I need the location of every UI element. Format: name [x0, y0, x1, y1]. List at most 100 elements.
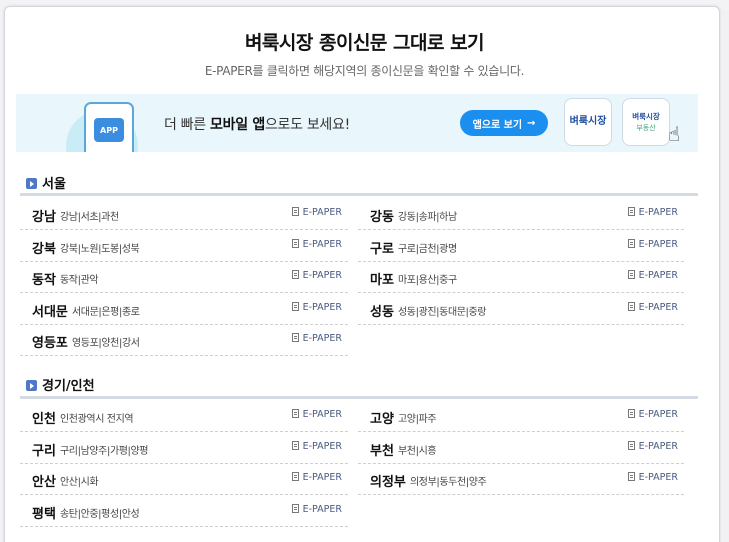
epaper-label: E-PAPER [302, 270, 342, 281]
region-city[interactable]: 구로 [370, 238, 394, 257]
app-tile-byeoruksijang[interactable]: 벼룩시장 [564, 98, 612, 146]
epaper-link[interactable]: E-PAPER [627, 301, 678, 313]
section-title: 경기/인천 [26, 375, 95, 394]
document-icon [291, 409, 299, 418]
document-icon [291, 333, 299, 342]
document-icon [627, 440, 635, 450]
region-entry: 강동 강동|송파|하남 E-PAPER [358, 199, 684, 230]
section-arrow-icon [26, 178, 37, 189]
section-arrow-icon [26, 380, 37, 391]
region-entry: 구리 구리|남양주|가평|양평 E-PAPER [20, 433, 348, 464]
mobile-app-banner: APP 더 빠른 모바일 앱으로도 보세요! 앱으로 보기 → 벼룩시장 벼룩시… [16, 94, 698, 152]
epaper-label: E-PAPER [302, 440, 342, 452]
region-areas: 동작|관악 [60, 275, 99, 286]
epaper-link[interactable]: E-PAPER [627, 206, 678, 218]
epaper-label: E-PAPER [638, 472, 678, 483]
document-icon [291, 207, 299, 216]
region-areas: 영등포|양천|강서 [72, 338, 140, 349]
region-areas: 구로|금천|광명 [398, 243, 457, 255]
region-city[interactable]: 동작 [32, 269, 56, 288]
region-areas: 안산|시화 [60, 477, 99, 488]
view-app-button[interactable]: 앱으로 보기 → [460, 110, 548, 136]
epaper-link[interactable]: E-PAPER [291, 440, 342, 452]
region-areas: 서대문|은평|종로 [72, 306, 140, 318]
region-entry: 성동 성동|광진|동대문|중랑 E-PAPER [358, 294, 684, 325]
region-areas: 성동|광진|동대문|중랑 [398, 306, 487, 318]
region-entry: 서대문 서대문|은평|종로 E-PAPER [20, 294, 348, 325]
epaper-link[interactable]: E-PAPER [627, 238, 678, 250]
app-tile-label: 벼룩시장 [632, 112, 660, 121]
region-city[interactable]: 서대문 [32, 301, 68, 320]
region-entry: 안산 안산|시화 E-PAPER [20, 464, 348, 495]
region-city[interactable]: 강남 [32, 206, 56, 225]
region-city[interactable]: 안산 [32, 471, 56, 490]
document-icon [627, 472, 635, 481]
region-city[interactable]: 성동 [370, 301, 394, 320]
scrollbar-track[interactable] [723, 10, 729, 542]
phone-icon: APP [84, 102, 134, 152]
region-city[interactable]: 평택 [32, 503, 56, 522]
region-city[interactable]: 강동 [370, 206, 394, 225]
region-city[interactable]: 영등포 [32, 332, 68, 351]
epaper-link[interactable]: E-PAPER [291, 238, 342, 250]
app-tile-realestate[interactable]: 벼룩시장 부동산 [622, 98, 670, 146]
hand-pointer-icon: ☝ [668, 122, 681, 146]
arrow-right-icon: → [527, 117, 536, 129]
epaper-link[interactable]: E-PAPER [291, 332, 342, 344]
region-areas: 부천|시흥 [398, 445, 437, 457]
section-divider [20, 396, 698, 399]
document-icon [291, 238, 299, 248]
region-entry: 부천 부천|시흥 E-PAPER [358, 433, 684, 464]
epaper-label: E-PAPER [302, 301, 342, 313]
page-subtitle: E-PAPER를 클릭하면 해당지역의 종이신문을 확인할 수 있습니다. [204, 64, 525, 78]
region-entry: 의정부 의정부|동두천|양주 E-PAPER [358, 464, 684, 495]
region-areas: 구리|남양주|가평|양평 [60, 445, 149, 457]
epaper-link[interactable]: E-PAPER [291, 301, 342, 313]
epaper-link[interactable]: E-PAPER [291, 206, 342, 218]
epaper-link[interactable]: E-PAPER [627, 440, 678, 452]
document-icon [627, 207, 635, 216]
region-areas: 강북|노원|도봉|성북 [60, 243, 140, 255]
epaper-link[interactable]: E-PAPER [627, 471, 678, 483]
epaper-label: E-PAPER [638, 238, 678, 250]
section-divider [20, 193, 698, 196]
epaper-link[interactable]: E-PAPER [291, 269, 342, 281]
epaper-label: E-PAPER [302, 472, 342, 483]
epaper-link[interactable]: E-PAPER [291, 408, 342, 420]
app-icon: APP [94, 118, 124, 142]
banner-text-bold: 모바일 앱 [210, 117, 265, 133]
epaper-label: E-PAPER [638, 207, 678, 218]
document-icon [291, 472, 299, 481]
region-city[interactable]: 마포 [370, 269, 394, 288]
document-icon [291, 270, 299, 279]
epaper-link[interactable]: E-PAPER [291, 503, 342, 515]
document-icon [627, 409, 635, 418]
epaper-label: E-PAPER [302, 333, 342, 344]
epaper-link[interactable]: E-PAPER [627, 408, 678, 420]
region-city[interactable]: 강북 [32, 238, 56, 257]
region-entry: 평택 송탄|안중|평성|안성 E-PAPER [20, 496, 348, 527]
app-tile-label: 벼룩시장 [569, 116, 607, 127]
region-areas: 강동|송파|하남 [398, 212, 457, 223]
document-icon [627, 301, 635, 311]
region-city[interactable]: 고양 [370, 408, 394, 427]
region-entry: 강남 강남|서초|과천 E-PAPER [20, 199, 348, 230]
banner-text-before: 더 빠른 [164, 117, 211, 133]
region-entry: 강북 강북|노원|도봉|성북 E-PAPER [20, 231, 348, 262]
epaper-label: E-PAPER [302, 409, 342, 420]
epaper-link[interactable]: E-PAPER [291, 471, 342, 483]
epaper-label: E-PAPER [638, 301, 678, 313]
epaper-label: E-PAPER [638, 440, 678, 452]
region-city[interactable]: 인천 [32, 408, 56, 427]
epaper-link[interactable]: E-PAPER [627, 269, 678, 281]
region-city[interactable]: 구리 [32, 440, 56, 459]
region-city[interactable]: 부천 [370, 440, 394, 459]
page-title: 벼룩시장 종이신문 그대로 보기 [244, 32, 485, 54]
app-tile-sublabel: 부동산 [636, 124, 656, 132]
region-areas: 송탄|안중|평성|안성 [60, 508, 140, 520]
region-areas: 강남|서초|과천 [60, 212, 119, 223]
section-title: 서울 [26, 173, 66, 192]
region-entry: 마포 마포|용산|중구 E-PAPER [358, 262, 684, 293]
region-city[interactable]: 의정부 [370, 471, 406, 490]
section-title-text: 경기/인천 [42, 379, 95, 394]
